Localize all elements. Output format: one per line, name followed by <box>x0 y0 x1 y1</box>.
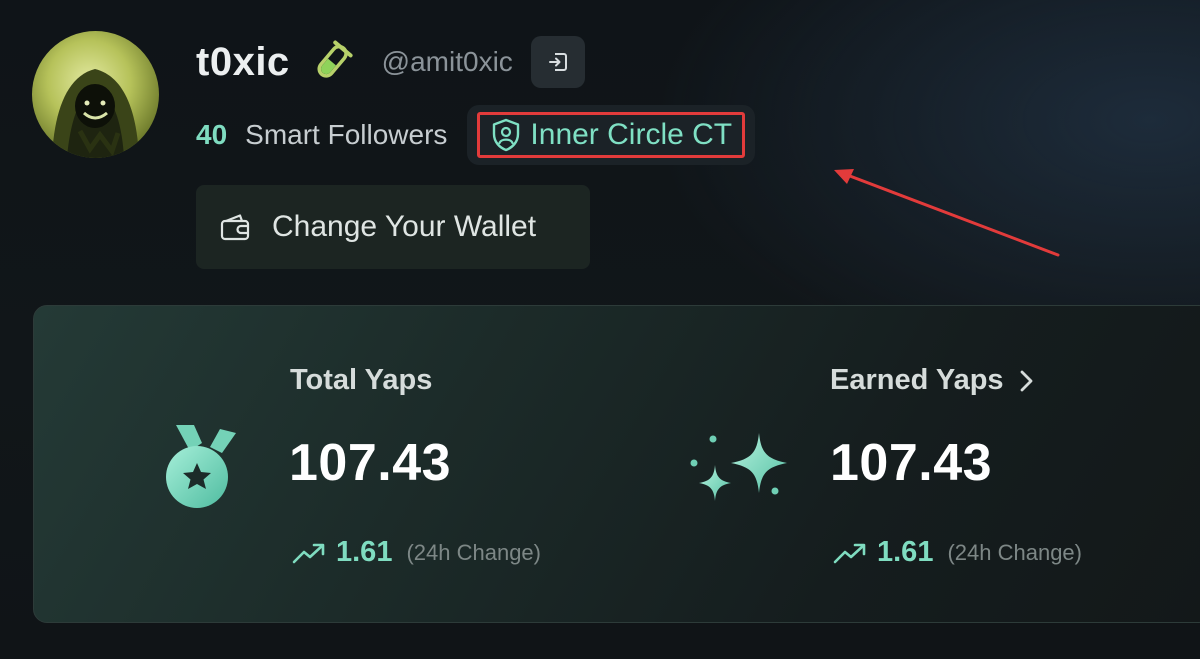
sign-in-button[interactable] <box>530 36 585 88</box>
shield-user-icon <box>493 118 520 152</box>
followers-row: 40 Smart Followers Inner Circle CT <box>196 104 756 166</box>
display-name: t0xic <box>196 39 290 84</box>
earned-yaps-title: Earned Yaps <box>830 364 1004 396</box>
total-yaps-change: 1.61 (24h Change) <box>292 536 541 569</box>
user-handle[interactable]: @amit0xic <box>382 46 513 78</box>
medal-icon <box>166 425 236 508</box>
total-yaps-change-value: 1.61 <box>336 536 393 568</box>
earned-yaps-value: 107.43 <box>830 434 993 492</box>
sparkles-icon <box>690 433 787 501</box>
smart-followers-count: 40 <box>196 119 228 150</box>
annotation-arrow <box>834 169 1060 257</box>
badge-label: Inner Circle CT <box>530 118 733 151</box>
yaps-stats-card: Total Yaps 107.43 1.61 (24h Change) Earn… <box>33 305 1200 623</box>
profile-name-row: t0xic @amit0xic <box>196 36 585 88</box>
earned-yaps-title-link[interactable]: Earned Yaps <box>830 364 1034 397</box>
change-wallet-button[interactable]: Change Your Wallet <box>196 185 590 269</box>
earned-yaps-change-label: (24h Change) <box>947 539 1082 565</box>
chevron-right-icon <box>1020 370 1032 391</box>
sign-in-icon <box>548 53 567 71</box>
total-yaps-value: 107.43 <box>289 434 452 492</box>
wallet-icon <box>220 214 250 241</box>
inner-circle-badge[interactable]: Inner Circle CT <box>467 105 756 165</box>
total-yaps-title: Total Yaps <box>290 364 433 396</box>
trending-up-icon <box>833 543 866 563</box>
test-tube-icon <box>310 40 354 84</box>
earned-yaps-change-value: 1.61 <box>877 536 934 568</box>
avatar[interactable] <box>32 31 159 158</box>
trending-up-icon <box>292 543 325 563</box>
total-yaps-change-label: (24h Change) <box>406 539 541 565</box>
highlight-box: Inner Circle CT <box>477 112 746 158</box>
change-wallet-label: Change Your Wallet <box>272 210 537 243</box>
earned-yaps-change: 1.61 (24h Change) <box>833 536 1082 569</box>
smart-followers-label: Smart Followers <box>245 119 448 150</box>
